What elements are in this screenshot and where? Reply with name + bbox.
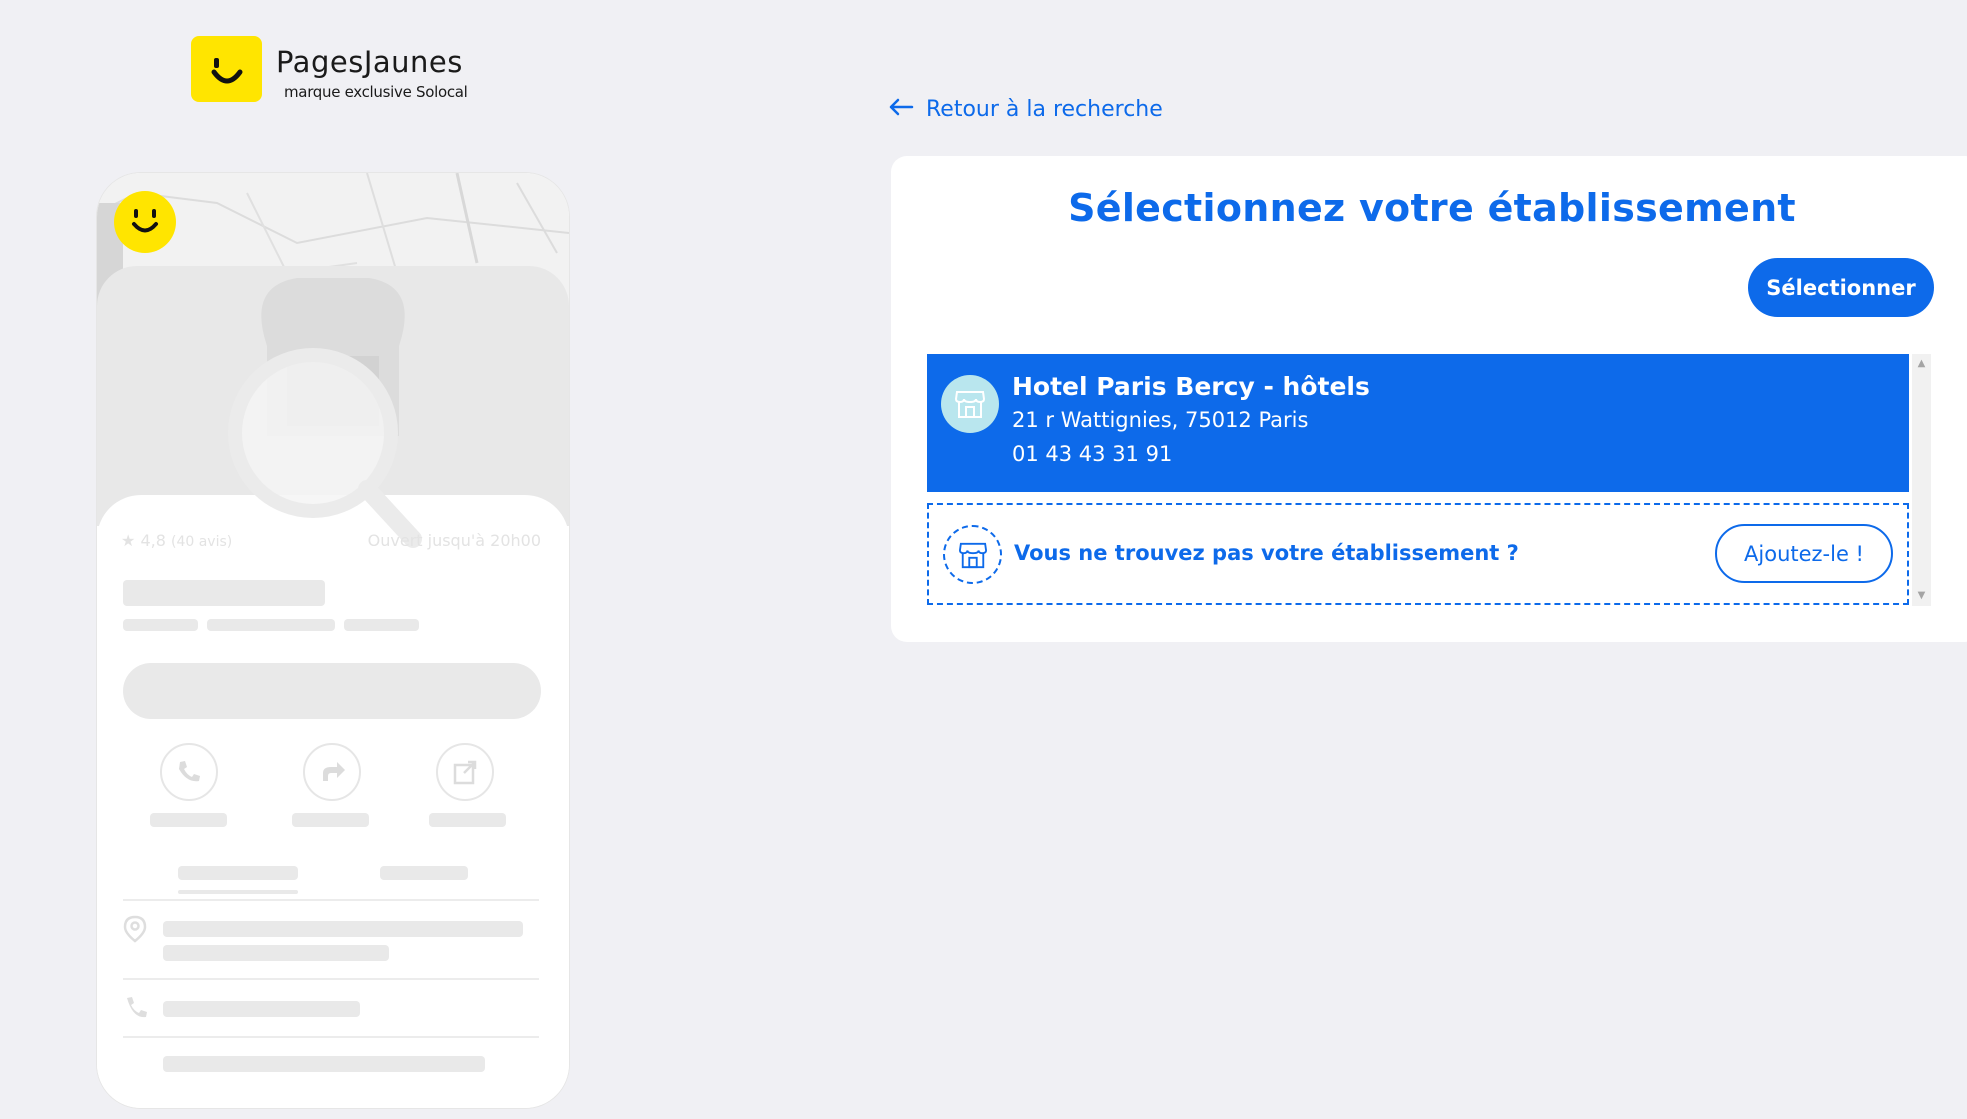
divider	[123, 899, 539, 901]
skeleton-bar	[380, 866, 468, 880]
add-establishment-button[interactable]: Ajoutez-le !	[1715, 524, 1893, 583]
result-address: 21 r Wattignies, 75012 Paris	[1012, 408, 1309, 432]
skeleton-bar	[178, 866, 298, 880]
pagesjaunes-logo: PagesJaunes marque exclusive Solocal	[191, 36, 468, 102]
hours-preview: Ouvert jusqu'à 20h00	[367, 531, 541, 550]
star-icon: ★	[121, 531, 136, 550]
pagesjaunes-badge-icon	[114, 191, 176, 253]
directions-icon	[303, 743, 361, 801]
location-pin-icon	[123, 915, 147, 949]
scrollbar[interactable]: ▲ ▼	[1912, 354, 1931, 606]
skeleton-bar	[344, 619, 419, 631]
reviews-count: (40 avis)	[170, 534, 233, 550]
skeleton-bar	[163, 1056, 485, 1072]
skeleton-bar	[178, 890, 298, 894]
triangle-down-icon[interactable]: ▼	[1912, 586, 1931, 606]
rating-preview: ★ 4,8 (40 avis)	[121, 531, 232, 550]
skeleton-bar	[150, 813, 227, 827]
share-icon	[436, 743, 494, 801]
result-name: Hotel Paris Bercy - hôtels	[1012, 372, 1370, 401]
call-icon	[160, 743, 218, 801]
store-icon	[941, 375, 999, 433]
skeleton-bar	[429, 813, 506, 827]
skeleton-button	[123, 663, 541, 719]
result-phone: 01 43 43 31 91	[1012, 442, 1173, 466]
list-item-selected[interactable]: Hotel Paris Bercy - hôtels 21 r Wattigni…	[927, 354, 1909, 492]
divider	[123, 1036, 539, 1038]
back-to-search-link[interactable]: Retour à la recherche	[888, 96, 1163, 122]
phone-icon	[123, 995, 149, 1027]
logo-smile-icon	[191, 36, 262, 102]
store-icon	[943, 525, 1002, 584]
rating-value: 4,8	[140, 531, 166, 550]
arrow-left-icon	[888, 96, 914, 122]
phone-preview: ★ 4,8 (40 avis) Ouvert jusqu'à 20h00	[97, 173, 569, 1108]
skeleton-bar	[207, 619, 335, 631]
magnifier-icon	[228, 348, 422, 548]
page-title: Sélectionnez votre établissement	[1068, 186, 1796, 230]
back-link-label: Retour à la recherche	[926, 96, 1163, 122]
not-found-text: Vous ne trouvez pas votre établissement …	[1014, 541, 1519, 565]
skeleton-bar	[292, 813, 369, 827]
triangle-up-icon[interactable]: ▲	[1912, 354, 1931, 374]
skeleton-bar	[163, 945, 389, 961]
skeleton-bar	[163, 1001, 360, 1017]
skeleton-bar	[123, 580, 325, 606]
logo-brand: PagesJaunes	[276, 45, 463, 79]
add-establishment-row: Vous ne trouvez pas votre établissement …	[927, 503, 1909, 605]
select-button[interactable]: Sélectionner	[1748, 258, 1934, 317]
skeleton-bar	[163, 921, 523, 937]
logo-tagline: marque exclusive Solocal	[284, 83, 468, 101]
divider	[123, 978, 539, 980]
selection-card: Sélectionnez votre établissement Sélecti…	[891, 156, 1967, 642]
skeleton-bar	[123, 619, 198, 631]
results-list[interactable]: Hotel Paris Bercy - hôtels 21 r Wattigni…	[927, 354, 1931, 606]
